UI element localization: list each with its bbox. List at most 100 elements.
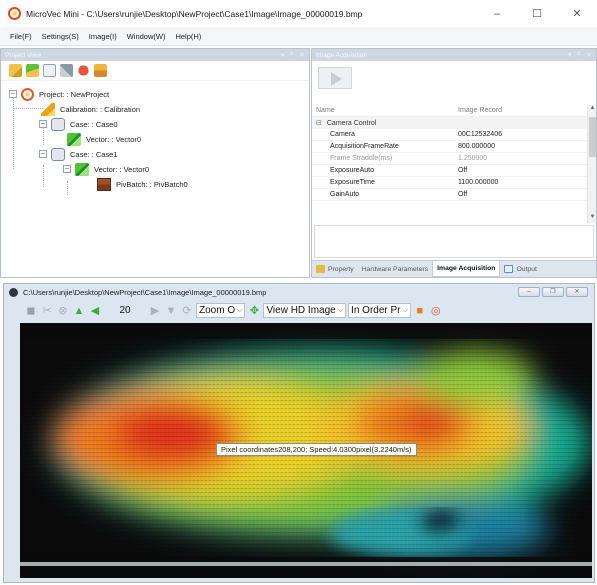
acquisition-tab-strip: Property Hardware Parameters Image Acqui… (312, 260, 596, 277)
dropdown-icon[interactable]: ▾ (568, 51, 572, 59)
tree-node-case1[interactable]: – Case: : Case1 (39, 147, 118, 161)
arrow-down-icon[interactable]: ▼ (164, 304, 178, 318)
collapse-icon[interactable]: – (39, 120, 47, 128)
tab-hardware-parameters[interactable]: Hardware Parameters (358, 261, 432, 277)
scroll-down-icon[interactable]: ▼ (588, 214, 597, 223)
stop-icon[interactable]: ⊗ (56, 304, 70, 318)
property-row-gain-auto[interactable]: GainAuto Off (312, 189, 588, 201)
process-icon[interactable]: ◎ (429, 304, 443, 318)
chevron-down-icon: ⌵ (337, 306, 344, 314)
tools-icon[interactable] (60, 64, 73, 77)
image-close-button[interactable]: ✕ (566, 287, 588, 297)
image-window-title: C:\Users\runjie\Desktop\NewProject\Case1… (23, 288, 267, 297)
arrow-left-icon[interactable]: ◀ (88, 304, 102, 318)
column-name-header: Name (316, 107, 335, 114)
pivbatch-icon (97, 177, 111, 191)
property-row-exposure-auto[interactable]: ExposureAuto Off (312, 165, 588, 177)
image-acquisition-header: Image Acquisition ▾ ᵖ ✕ (312, 49, 596, 61)
arrow-right-icon[interactable]: ▶ (148, 304, 162, 318)
vector-view-icon[interactable]: ✥ (247, 304, 261, 318)
dropdown-icon[interactable]: ▾ (281, 51, 285, 59)
image-window-titlebar: C:\Users\runjie\Desktop\NewProject\Case1… (4, 284, 594, 301)
collapse-icon[interactable]: – (9, 90, 17, 98)
collapse-icon[interactable]: ⊟ (316, 120, 322, 127)
menu-window[interactable]: Window(W) (122, 32, 171, 41)
project-view-title: Project View (5, 51, 42, 59)
paste-icon[interactable] (94, 64, 107, 77)
record-stop-icon[interactable]: ■ (413, 304, 427, 318)
save-icon[interactable] (43, 64, 56, 77)
category-label: Camera Control (326, 119, 377, 127)
scroll-up-icon[interactable]: ▲ (588, 105, 597, 114)
collapse-icon[interactable]: – (39, 150, 47, 158)
property-icon (316, 265, 325, 273)
tree-node-case0[interactable]: – Case: : Case0 (39, 117, 118, 131)
view-mode-select[interactable]: View HD Image ⌵ (263, 303, 347, 318)
chevron-down-icon: ⌵ (402, 306, 408, 314)
project-icon (21, 87, 34, 101)
property-row-camera[interactable]: Camera 00C12532406 (312, 129, 588, 141)
menu-file[interactable]: File(F) (0, 32, 37, 41)
image-icon (9, 288, 18, 297)
new-item-icon[interactable] (26, 64, 39, 77)
property-row-frame-rate[interactable]: AcquisitionFrameRate 800.000000 (312, 141, 588, 153)
close-icon[interactable]: ✕ (299, 51, 305, 59)
close-icon[interactable]: ✕ (586, 51, 592, 59)
project-view-header: Project View ▾ ᵖ ✕ (1, 49, 309, 61)
property-row-frame-straddle: Frame Straddle(ms) 1.250000 (312, 153, 588, 165)
minimize-button[interactable]: – (477, 0, 517, 27)
scroll-thumb[interactable] (589, 117, 596, 157)
scissors-icon[interactable]: ✂ (40, 304, 54, 318)
window-controls: – ☐ ✕ (477, 0, 597, 27)
zoom-select[interactable]: Zoom O ⌵ (196, 303, 246, 318)
property-description-box (314, 225, 594, 258)
property-row-exposure-time[interactable]: ExposureTime 1100.000000 (312, 177, 588, 189)
pin-icon[interactable]: ᵖ (290, 51, 293, 59)
chevron-down-icon: ⌵ (237, 306, 243, 314)
maximize-button[interactable]: ☐ (517, 0, 557, 27)
property-grid: Name Image Record ⊟ Camera Control Camera… (312, 105, 588, 201)
tree-node-calibration[interactable]: Calibration: : Calibration (41, 102, 140, 116)
app-logo-icon (8, 7, 21, 20)
tab-output[interactable]: Output (500, 261, 540, 277)
delete-icon[interactable] (77, 64, 90, 77)
order-select[interactable]: In Order Pr ⌵ (348, 303, 411, 318)
vector-icon (67, 132, 81, 146)
project-toolbar (1, 61, 309, 81)
tree-node-label: Case: : Case0 (70, 119, 118, 129)
tree-node-label: Vector: : Vector0 (94, 164, 150, 174)
refresh-icon[interactable]: ⟳ (180, 304, 194, 318)
tab-image-acquisition[interactable]: Image Acquisition (432, 261, 501, 277)
image-restore-button[interactable]: ❐ (542, 287, 564, 297)
calibration-icon (41, 102, 55, 116)
camera-icon[interactable]: ◼ (24, 304, 38, 318)
arrow-up-icon[interactable]: ▲ (72, 304, 86, 318)
tree-node-pivbatch[interactable]: PivBatch: : PivBatch0 (97, 177, 188, 191)
image-window: C:\Users\runjie\Desktop\NewProject\Case1… (3, 283, 595, 583)
property-scrollbar[interactable]: ▲ ▼ (587, 105, 596, 223)
close-button[interactable]: ✕ (557, 0, 597, 27)
project-view-panel: Project View ▾ ᵖ ✕ – Project: : NewProje… (0, 48, 310, 278)
pin-icon[interactable]: ᵖ (577, 51, 580, 59)
output-icon (504, 265, 514, 273)
case-icon (51, 147, 65, 161)
open-folder-icon[interactable] (9, 64, 22, 77)
piv-image-viewer[interactable]: Pixel coordinates208,200; Speed:4.0300pi… (20, 323, 592, 578)
tree-node-vector0-case1[interactable]: – Vector: : Vector0 (63, 162, 149, 176)
tree-node-project[interactable]: – Project: : NewProject (9, 87, 109, 101)
tab-property[interactable]: Property (312, 261, 358, 277)
start-acquisition-button[interactable] (318, 67, 352, 89)
menu-image[interactable]: Image(I) (84, 32, 122, 41)
frame-number[interactable]: 20 (104, 305, 146, 316)
menu-help[interactable]: Help(H) (170, 32, 206, 41)
collapse-icon[interactable]: – (63, 165, 71, 173)
window-titlebar: MicroVec Mini - C:\Users\runjie\Desktop\… (0, 0, 597, 27)
image-minimize-button[interactable]: – (518, 287, 540, 297)
menu-bar: File(F) Settings(S) Image(I) Window(W) H… (0, 27, 597, 46)
property-category[interactable]: ⊟ Camera Control (312, 117, 588, 129)
property-grid-header: Name Image Record (312, 105, 588, 117)
menu-settings[interactable]: Settings(S) (37, 32, 84, 41)
tree-node-label: Calibration: : Calibration (60, 104, 141, 114)
tree-node-vector0-case0[interactable]: Vector: : Vector0 (67, 132, 141, 146)
tree-node-label: Case: : Case1 (70, 149, 118, 159)
